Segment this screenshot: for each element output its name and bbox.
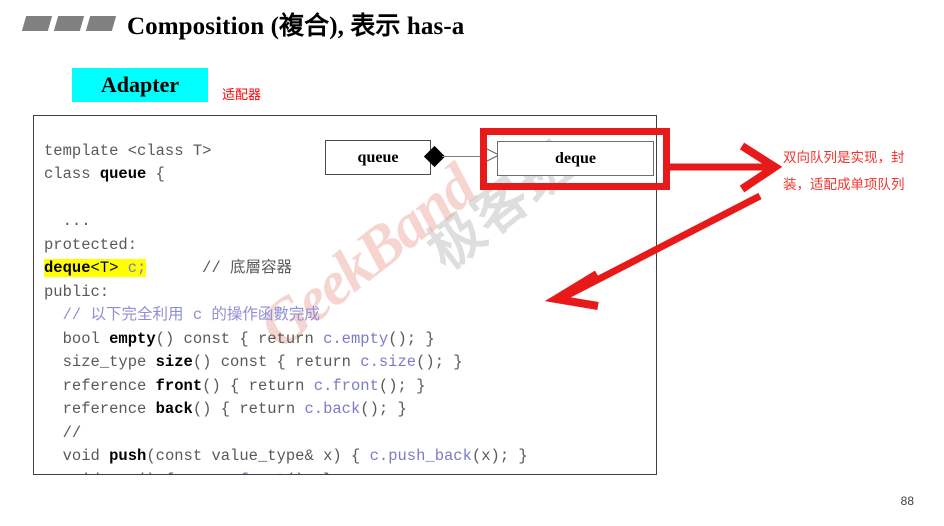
uml-composition-diagram: queue deque xyxy=(325,128,670,194)
bullet-parallelogram-icon-group xyxy=(21,16,117,31)
bullet-parallelogram-icon xyxy=(21,16,53,31)
slide-title-bar: Composition (複合), 表示 has-a xyxy=(0,0,944,50)
page-number: 88 xyxy=(900,494,914,508)
page-title: Composition (複合), 表示 has-a xyxy=(127,13,465,40)
adapter-badge-label: Adapter xyxy=(100,72,180,97)
adapter-chinese-label: 适配器 xyxy=(222,87,262,102)
adapter-badge: Adapter xyxy=(72,68,208,102)
annotation-line-1: 双向队列是实现，封 xyxy=(783,150,905,166)
annotation-line-2: 装，适配成单项队列 xyxy=(783,177,905,193)
uml-class-box-deque-label: deque xyxy=(555,149,596,167)
red-annotation-text: 双向队列是实现，封 装，适配成单项队列 xyxy=(783,145,943,199)
red-arrow-horizontal xyxy=(667,142,783,193)
bullet-parallelogram-icon xyxy=(53,16,85,31)
uml-class-box-queue-label: queue xyxy=(357,148,399,166)
bullet-parallelogram-icon xyxy=(85,16,117,31)
uml-class-box-queue: queue xyxy=(325,140,431,175)
uml-class-box-deque: deque xyxy=(497,141,654,176)
